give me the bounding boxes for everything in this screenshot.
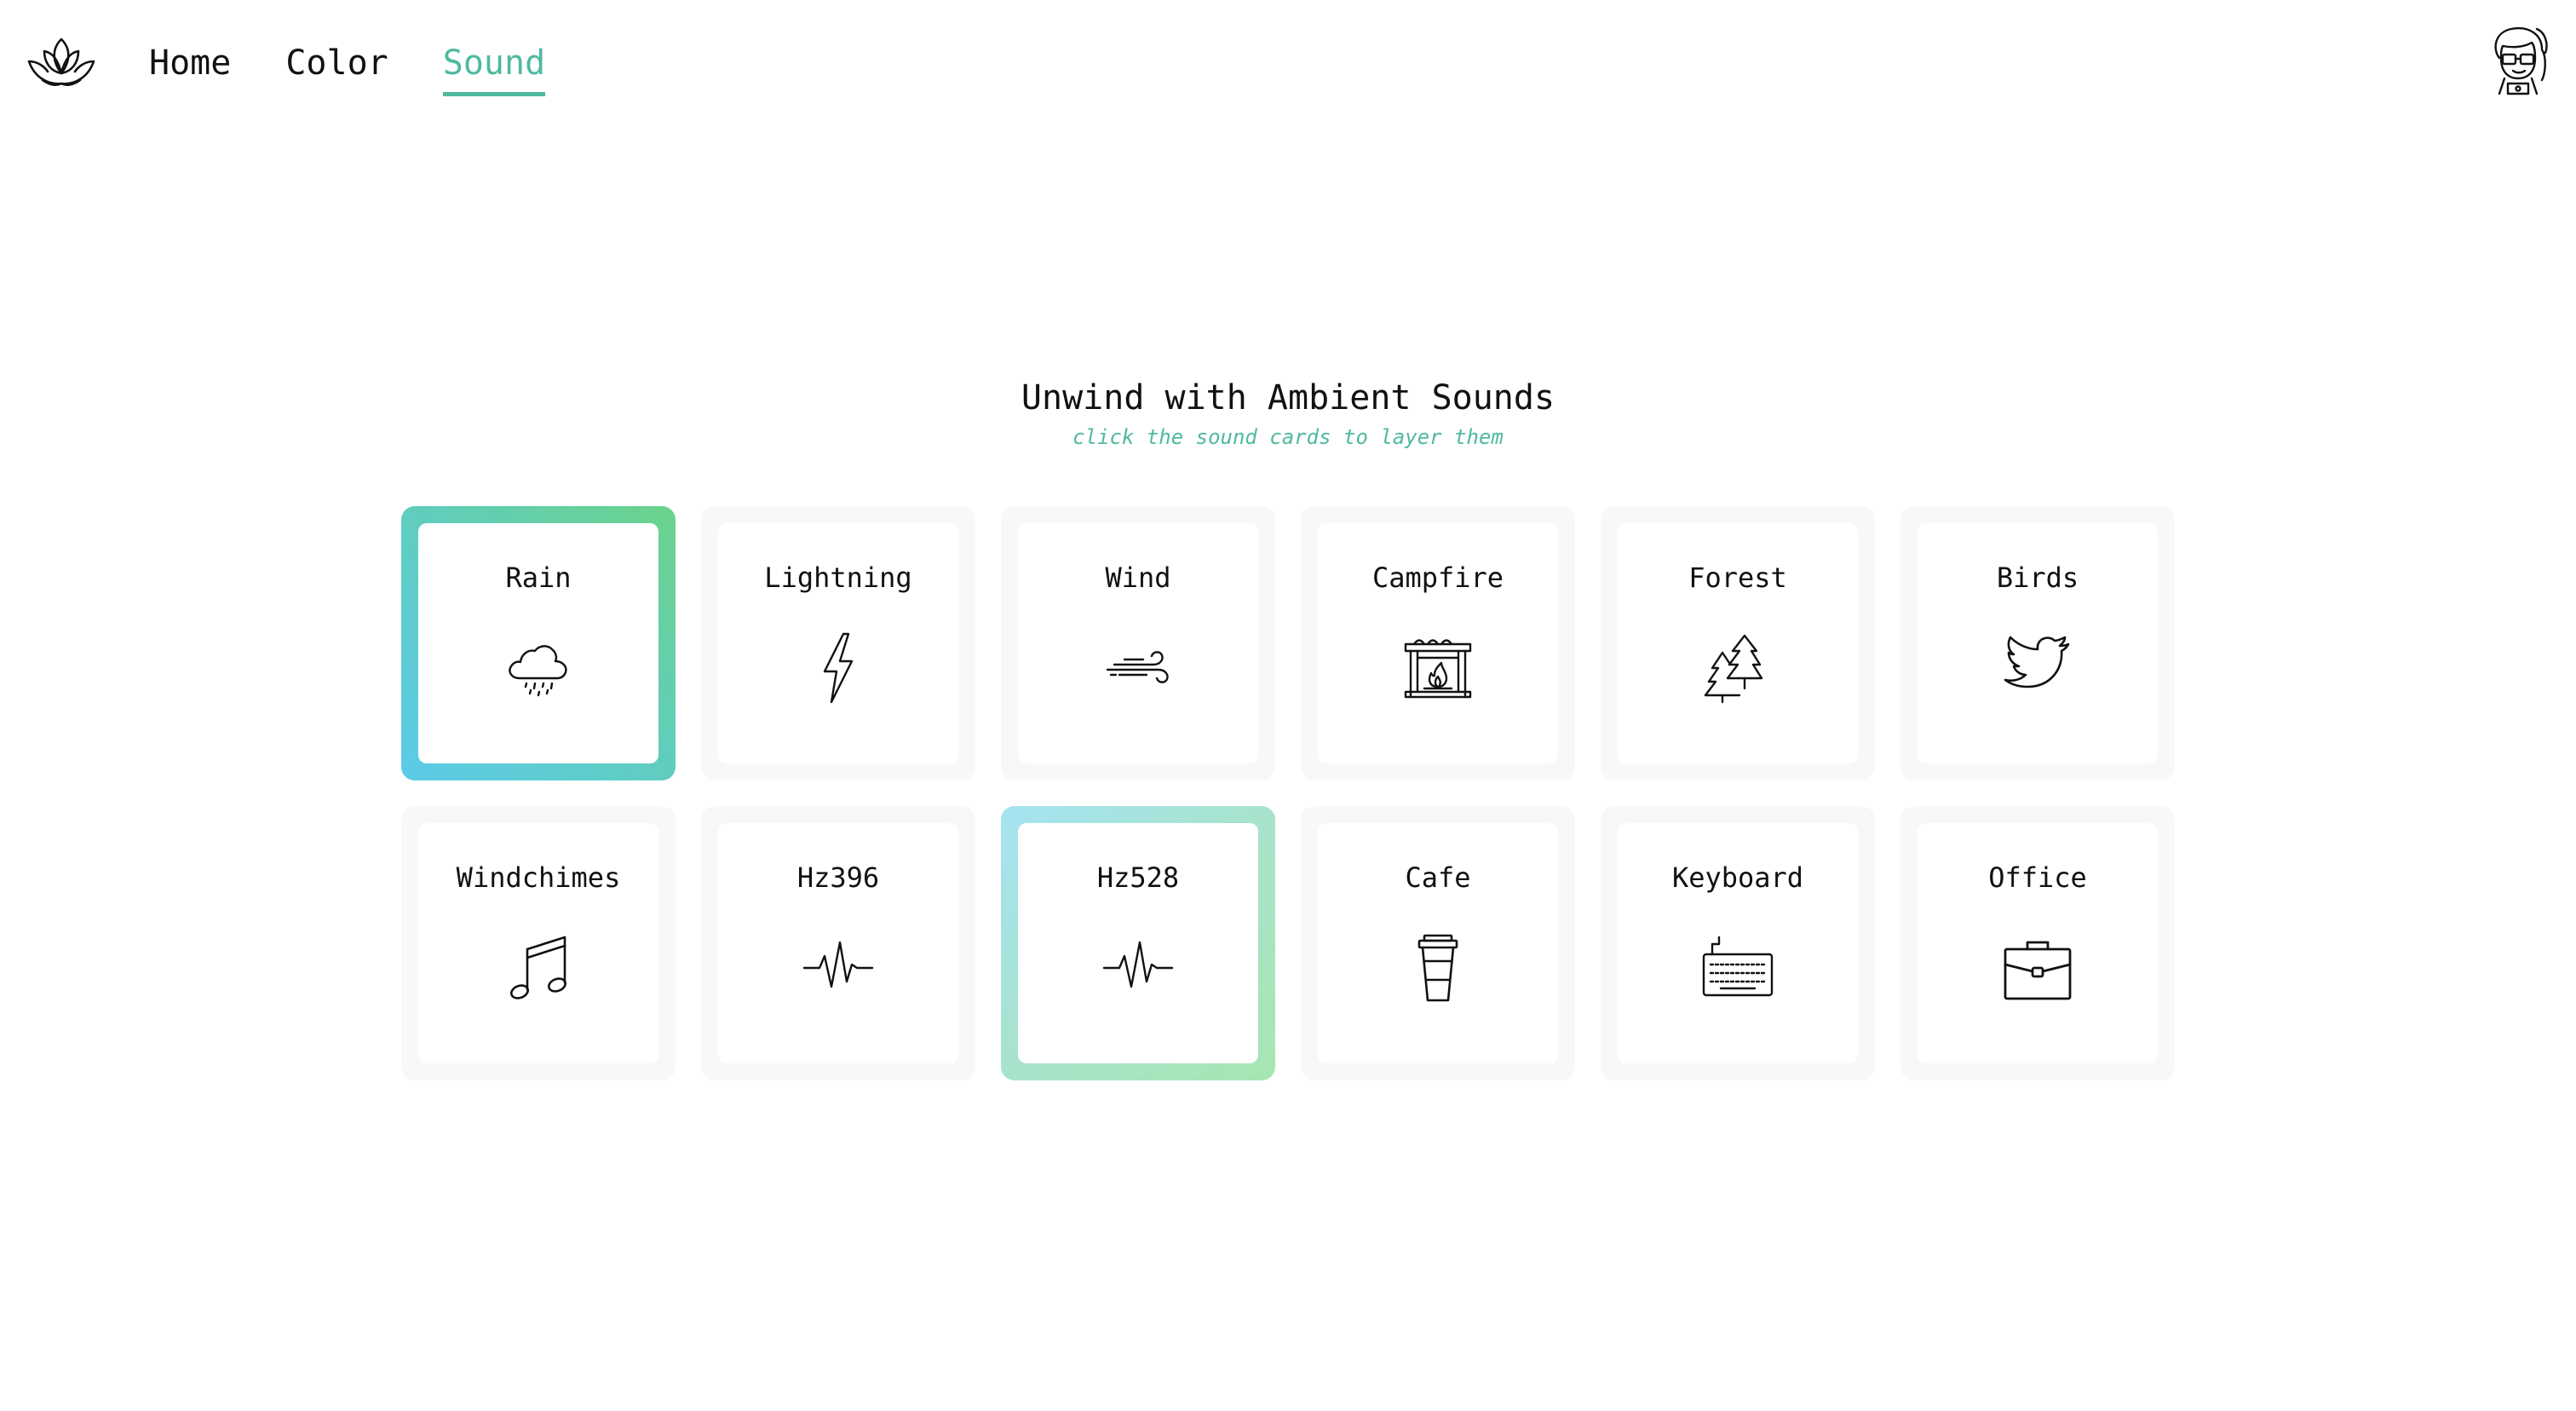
sound-card-body: Hz528 bbox=[1018, 823, 1258, 1063]
sound-card-body: Campfire bbox=[1318, 523, 1558, 763]
briefcase-icon bbox=[2002, 932, 2073, 1004]
keyboard-icon bbox=[1702, 932, 1774, 1004]
sound-card-body: Lightning bbox=[718, 523, 958, 763]
sound-card-wind[interactable]: Wind bbox=[1001, 506, 1275, 780]
pulse-wave-icon bbox=[1102, 932, 1174, 1004]
sound-card-hz528[interactable]: Hz528 bbox=[1001, 806, 1275, 1080]
nav-link-sound[interactable]: Sound bbox=[442, 39, 546, 96]
sound-card-rain[interactable]: Rain bbox=[401, 506, 676, 780]
sound-card-label: Windchimes bbox=[456, 861, 621, 894]
sound-card-forest[interactable]: Forest bbox=[1601, 506, 1875, 780]
sound-card-keyboard[interactable]: Keyboard bbox=[1601, 806, 1875, 1080]
sound-card-label: Birds bbox=[1996, 562, 2079, 594]
sound-card-body: Birds bbox=[1918, 523, 2158, 763]
sound-card-label: Office bbox=[1988, 861, 2087, 894]
lotus-icon[interactable] bbox=[26, 34, 97, 94]
sound-card-label: Keyboard bbox=[1671, 861, 1804, 894]
sound-card-label: Hz528 bbox=[1096, 861, 1180, 894]
sound-card-body: Office bbox=[1918, 823, 2158, 1063]
music-note-icon bbox=[503, 932, 574, 1004]
nav-links: Home Color Sound bbox=[149, 39, 546, 96]
sound-card-label: Campfire bbox=[1371, 562, 1504, 594]
sound-card-windchimes[interactable]: Windchimes bbox=[401, 806, 676, 1080]
sound-card-body: Forest bbox=[1618, 523, 1858, 763]
coffee-cup-icon bbox=[1402, 932, 1474, 1004]
sound-card-body: Hz396 bbox=[718, 823, 958, 1063]
page-subtitle: click the sound cards to layer them bbox=[1072, 425, 1504, 449]
bird-icon bbox=[2002, 632, 2073, 704]
sound-card-body: Keyboard bbox=[1618, 823, 1858, 1063]
sound-card-body: Cafe bbox=[1318, 823, 1558, 1063]
fireplace-icon bbox=[1402, 632, 1474, 704]
lightning-icon bbox=[802, 632, 874, 704]
sound-card-label: Wind bbox=[1105, 562, 1171, 594]
rain-cloud-icon bbox=[503, 632, 574, 704]
sound-card-label: Forest bbox=[1688, 562, 1787, 594]
page-title: Unwind with Ambient Sounds bbox=[1021, 378, 1555, 418]
user-avatar-icon[interactable] bbox=[2486, 24, 2550, 95]
sound-card-body: Rain bbox=[418, 523, 658, 763]
sound-card-birds[interactable]: Birds bbox=[1900, 506, 2175, 780]
sound-card-cafe[interactable]: Cafe bbox=[1301, 806, 1575, 1080]
sound-card-office[interactable]: Office bbox=[1900, 806, 2175, 1080]
wind-icon bbox=[1102, 632, 1174, 704]
page: Home Color Sound Unwind with Ambient Sou… bbox=[0, 0, 2576, 1411]
sound-card-campfire[interactable]: Campfire bbox=[1301, 506, 1575, 780]
nav-link-color[interactable]: Color bbox=[285, 39, 388, 96]
sound-card-lightning[interactable]: Lightning bbox=[701, 506, 975, 780]
sound-card-label: Hz396 bbox=[796, 861, 880, 894]
sound-card-label: Cafe bbox=[1405, 861, 1471, 894]
sound-card-body: Windchimes bbox=[418, 823, 658, 1063]
pine-trees-icon bbox=[1702, 632, 1774, 704]
sound-card-body: Wind bbox=[1018, 523, 1258, 763]
sound-card-label: Rain bbox=[505, 562, 572, 594]
sound-card-grid: Rain Lightning Wind Campfire Forest Bird… bbox=[401, 506, 2175, 1080]
nav-link-home[interactable]: Home bbox=[149, 39, 231, 96]
sound-card-label: Lightning bbox=[764, 562, 912, 594]
sound-card-hz396[interactable]: Hz396 bbox=[701, 806, 975, 1080]
top-navigation: Home Color Sound bbox=[0, 0, 2576, 128]
pulse-wave-icon bbox=[802, 932, 874, 1004]
